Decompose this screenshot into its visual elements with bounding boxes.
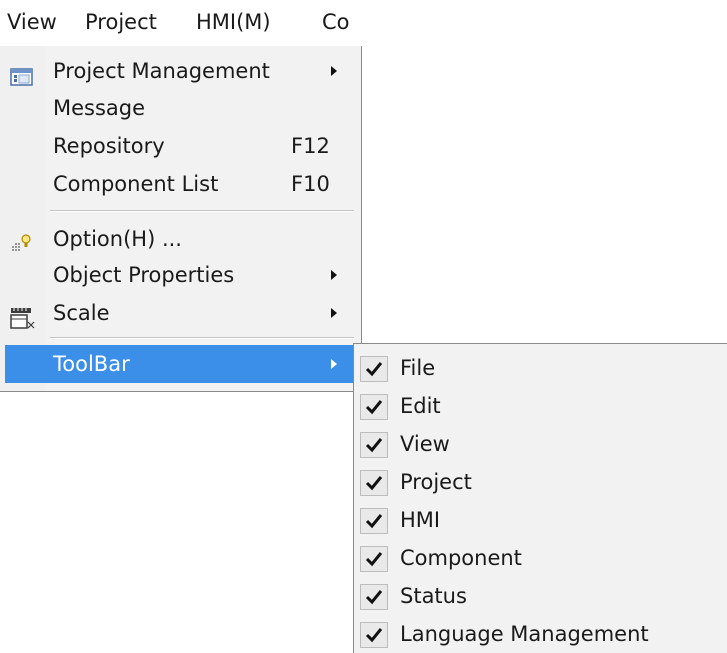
checkmark-icon [360, 394, 388, 420]
menu-bar: View Project HMI(M) Co [0, 0, 362, 46]
submenu-arrow-icon [331, 308, 337, 318]
menu-separator [50, 337, 354, 339]
menu-item-object-properties[interactable]: Object Properties [0, 256, 358, 294]
menu-item-toolbar[interactable]: ToolBar [5, 345, 353, 383]
menu-item-label: Object Properties [53, 263, 235, 287]
toolbar-item-file[interactable]: File [354, 349, 726, 387]
menu-item-scale[interactable]: Scale [0, 294, 358, 332]
shortcut-label: F12 [291, 134, 330, 158]
menubar-component[interactable]: Co [322, 7, 350, 37]
menu-item-label: Message [53, 96, 146, 120]
menu-item-message[interactable]: Message [0, 89, 358, 127]
menu-item-repository[interactable]: Repository F12 [0, 127, 358, 165]
scale-icon [10, 303, 35, 329]
toolbar-item-label: Edit [400, 394, 441, 418]
submenu-arrow-icon [331, 66, 337, 76]
checkmark-icon [360, 622, 388, 648]
toolbar-item-status[interactable]: Status [354, 577, 726, 615]
toolbar-item-label: File [400, 356, 436, 380]
menu-item-label: ToolBar [53, 352, 130, 376]
view-menu: Project Management Message Repository F1… [0, 46, 362, 392]
menubar-project[interactable]: Project [85, 7, 157, 37]
checkmark-icon [360, 508, 388, 534]
toolbar-item-view[interactable]: View [354, 425, 726, 463]
checkmark-icon [360, 584, 388, 610]
menu-item-label: Option(H) ... [53, 227, 182, 251]
toolbar-item-label: Project [400, 470, 472, 494]
checkmark-icon [360, 546, 388, 572]
shortcut-label: F10 [291, 172, 330, 196]
menu-separator [50, 210, 354, 212]
menu-item-component-list[interactable]: Component List F10 [0, 165, 358, 203]
menu-item-option[interactable]: Option(H) ... [0, 220, 358, 258]
toolbar-item-label: Language Management [400, 622, 649, 646]
toolbar-item-edit[interactable]: Edit [354, 387, 726, 425]
checkmark-icon [360, 470, 388, 496]
menu-item-label: Repository [53, 134, 165, 158]
toolbar-item-language-management[interactable]: Language Management [354, 615, 726, 653]
menu-item-label: Project Management [53, 59, 270, 83]
toolbar-item-label: HMI [400, 508, 441, 532]
menubar-view[interactable]: View [7, 7, 57, 37]
checkmark-icon [360, 432, 388, 458]
menu-item-label: Component List [53, 172, 219, 196]
toolbar-item-label: Component [400, 546, 522, 570]
toolbar-item-hmi[interactable]: HMI [354, 501, 726, 539]
toolbar-item-label: Status [400, 584, 467, 608]
project-management-icon [10, 61, 34, 86]
toolbar-submenu: File Edit View Project HMI Component Sta… [353, 343, 727, 653]
submenu-arrow-icon [331, 270, 337, 280]
checkmark-icon [360, 356, 388, 382]
submenu-arrow-icon [331, 359, 337, 369]
option-icon [10, 229, 34, 251]
toolbar-item-label: View [400, 432, 450, 456]
menubar-hmi[interactable]: HMI(M) [196, 7, 271, 37]
toolbar-item-component[interactable]: Component [354, 539, 726, 577]
menu-item-label: Scale [53, 301, 110, 325]
toolbar-item-project[interactable]: Project [354, 463, 726, 501]
menu-item-project-management[interactable]: Project Management [0, 52, 358, 90]
